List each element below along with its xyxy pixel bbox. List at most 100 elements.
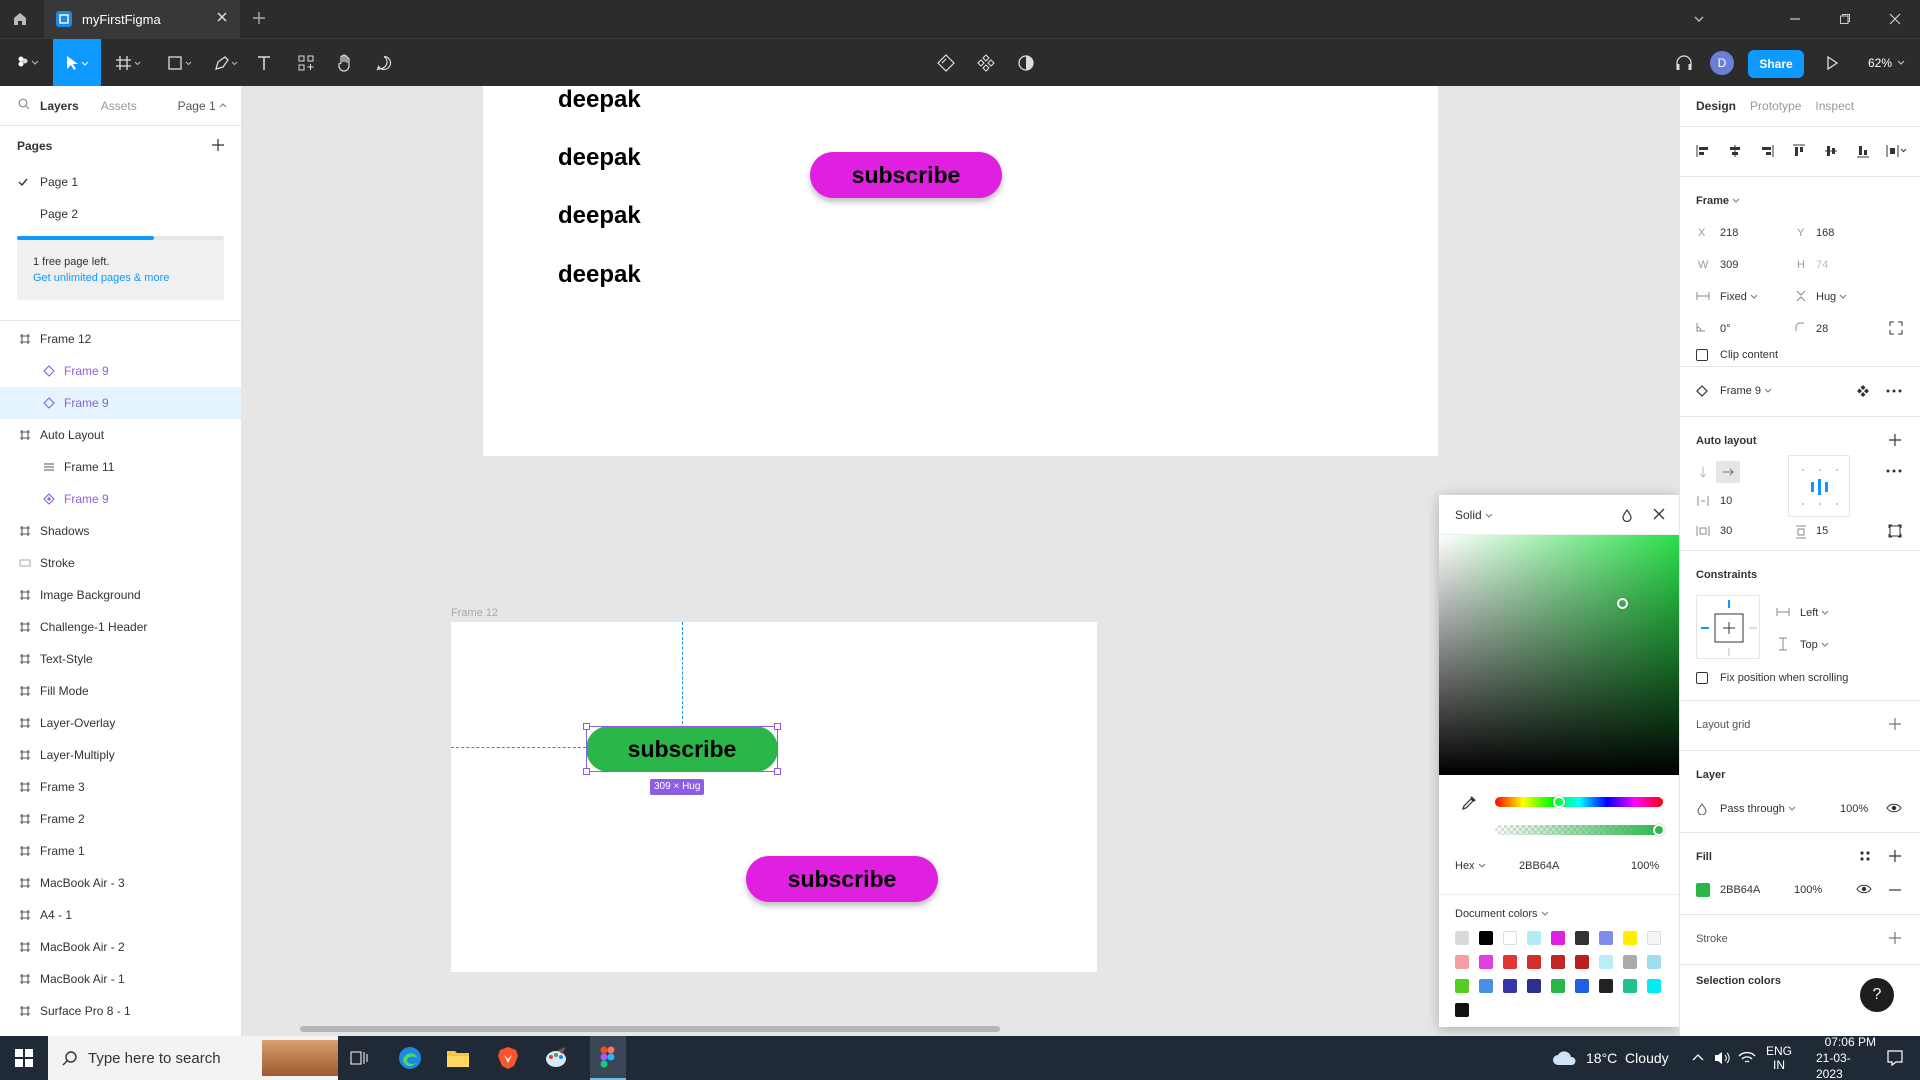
deepak-text-3[interactable]: deepak xyxy=(558,202,641,230)
hand-tool-icon[interactable] xyxy=(333,39,357,87)
horizontal-scrollbar[interactable] xyxy=(300,1026,1000,1032)
opacity-knob[interactable] xyxy=(1653,824,1665,836)
add-page-icon[interactable] xyxy=(211,138,225,155)
spacing-input[interactable]: 10 xyxy=(1720,495,1732,507)
more-options-icon[interactable] xyxy=(1886,384,1902,398)
add-icon[interactable] xyxy=(1888,433,1902,447)
color-swatch[interactable] xyxy=(1647,955,1661,969)
color-swatch[interactable] xyxy=(1647,931,1661,945)
add-icon[interactable] xyxy=(1888,849,1902,863)
notifications-icon[interactable] xyxy=(1886,1036,1904,1080)
height-input[interactable]: 74 xyxy=(1816,259,1828,271)
direction-down-icon[interactable] xyxy=(1696,465,1710,479)
upgrade-link[interactable]: Get unlimited pages & more xyxy=(33,270,208,286)
frame-12[interactable] xyxy=(451,622,1097,972)
help-button[interactable]: ? xyxy=(1860,978,1894,1012)
layer-item[interactable]: Frame 9 xyxy=(0,483,241,515)
vertical-constraint-select[interactable]: Top xyxy=(1800,639,1829,651)
minimize-icon[interactable] xyxy=(1770,0,1820,38)
width-mode-select[interactable]: Fixed xyxy=(1720,291,1758,303)
add-icon[interactable] xyxy=(1888,717,1902,731)
vertical-padding-input[interactable]: 15 xyxy=(1816,525,1828,537)
radius-input[interactable]: 28 xyxy=(1816,323,1828,335)
paint-app-icon[interactable] xyxy=(542,1044,570,1072)
subscribe-button-magenta-bottom[interactable]: subscribe xyxy=(746,856,938,902)
color-swatch[interactable] xyxy=(1455,979,1469,993)
color-swatch[interactable] xyxy=(1575,979,1589,993)
canvas[interactable]: deepak deepak deepak deepak subscribe Fr… xyxy=(242,86,1679,1036)
color-swatch[interactable] xyxy=(1527,955,1541,969)
go-to-main-component-icon[interactable] xyxy=(1856,384,1870,398)
layer-item[interactable]: MacBook Air - 2 xyxy=(0,931,241,963)
color-swatch[interactable] xyxy=(1455,1003,1469,1017)
resize-handle[interactable] xyxy=(774,723,781,730)
comment-tool-icon[interactable] xyxy=(372,39,396,87)
layer-item[interactable]: Layer-Overlay xyxy=(0,707,241,739)
fix-position-checkbox[interactable] xyxy=(1696,672,1708,684)
share-button[interactable]: Share xyxy=(1748,50,1804,78)
pen-tool-icon[interactable] xyxy=(206,39,246,87)
layer-item[interactable]: Frame 9 xyxy=(0,387,241,419)
individual-padding-icon[interactable] xyxy=(1888,524,1902,538)
avatar[interactable]: D xyxy=(1710,51,1734,75)
color-swatch[interactable] xyxy=(1527,931,1541,945)
horizontal-constraint-select[interactable]: Left xyxy=(1800,607,1829,619)
layer-item[interactable]: Stroke xyxy=(0,547,241,579)
page-item-1[interactable]: Page 1 xyxy=(0,166,241,198)
color-swatch[interactable] xyxy=(1575,955,1589,969)
horizontal-padding-input[interactable]: 30 xyxy=(1720,525,1732,537)
align-center-v-icon[interactable] xyxy=(1824,144,1838,158)
layer-item[interactable]: A4 - 1 xyxy=(0,899,241,931)
zoom-level[interactable]: 62% xyxy=(1868,39,1906,87)
style-drop-icon[interactable] xyxy=(1621,508,1633,525)
color-swatch[interactable] xyxy=(1551,979,1565,993)
resize-handle[interactable] xyxy=(774,768,781,775)
task-view-icon[interactable] xyxy=(346,1044,374,1072)
component-select[interactable]: Frame 9 xyxy=(1720,385,1772,397)
independent-corners-icon[interactable] xyxy=(1889,321,1903,335)
color-swatch[interactable] xyxy=(1599,931,1613,945)
color-swatch[interactable] xyxy=(1623,955,1637,969)
fill-opacity-input[interactable]: 100% xyxy=(1794,884,1822,896)
color-swatch[interactable] xyxy=(1503,979,1517,993)
color-swatch[interactable] xyxy=(1623,931,1637,945)
layer-opacity-input[interactable]: 100% xyxy=(1840,803,1868,815)
frame-title[interactable]: Frame xyxy=(1696,195,1740,207)
align-right-icon[interactable] xyxy=(1760,144,1774,158)
components-icon[interactable] xyxy=(974,39,998,87)
layer-item[interactable]: Frame 9 xyxy=(0,355,241,387)
color-swatch[interactable] xyxy=(1551,931,1565,945)
color-swatch[interactable] xyxy=(1551,955,1565,969)
frame-tool-icon[interactable] xyxy=(108,39,148,87)
alignment-matrix[interactable] xyxy=(1788,455,1850,517)
color-format-select[interactable]: Hex xyxy=(1455,860,1486,872)
hex-input[interactable]: 2BB64A xyxy=(1519,860,1559,872)
blend-mode-select[interactable]: Pass through xyxy=(1720,803,1796,815)
opacity-input[interactable]: 100% xyxy=(1631,860,1659,872)
rotation-input[interactable]: 0° xyxy=(1720,323,1731,335)
y-input[interactable]: 168 xyxy=(1816,227,1834,239)
move-tool-icon[interactable] xyxy=(53,39,101,87)
page-item-2[interactable]: Page 2 xyxy=(0,198,241,230)
color-swatch[interactable] xyxy=(1479,955,1493,969)
tab-layers[interactable]: Layers xyxy=(40,99,79,113)
clip-content-checkbox[interactable] xyxy=(1696,349,1708,361)
hue-knob[interactable] xyxy=(1553,796,1565,808)
chevron-down-icon[interactable] xyxy=(1674,0,1724,38)
layer-item[interactable]: Auto Layout xyxy=(0,419,241,451)
component-share-icon[interactable] xyxy=(934,39,958,87)
volume-icon[interactable] xyxy=(1714,1050,1732,1066)
layer-item[interactable]: MacBook Air - 3 xyxy=(0,867,241,899)
layer-item[interactable]: Layer-Multiply xyxy=(0,739,241,771)
close-tab-icon[interactable] xyxy=(216,11,228,26)
language-indicator[interactable]: ENG IN xyxy=(1766,1036,1792,1080)
subscribe-button-magenta-top[interactable]: subscribe xyxy=(810,152,1002,198)
brave-browser-icon[interactable] xyxy=(494,1044,522,1072)
tab-assets[interactable]: Assets xyxy=(101,99,137,113)
rectangle-tool-icon[interactable] xyxy=(160,39,200,87)
color-swatch[interactable] xyxy=(1527,979,1541,993)
eye-icon[interactable] xyxy=(1886,802,1902,814)
figma-app-icon[interactable] xyxy=(590,1036,626,1080)
deepak-text-4[interactable]: deepak xyxy=(558,261,641,289)
clock[interactable]: 07:06 PM 21-03-2023 xyxy=(1816,1035,1876,1080)
